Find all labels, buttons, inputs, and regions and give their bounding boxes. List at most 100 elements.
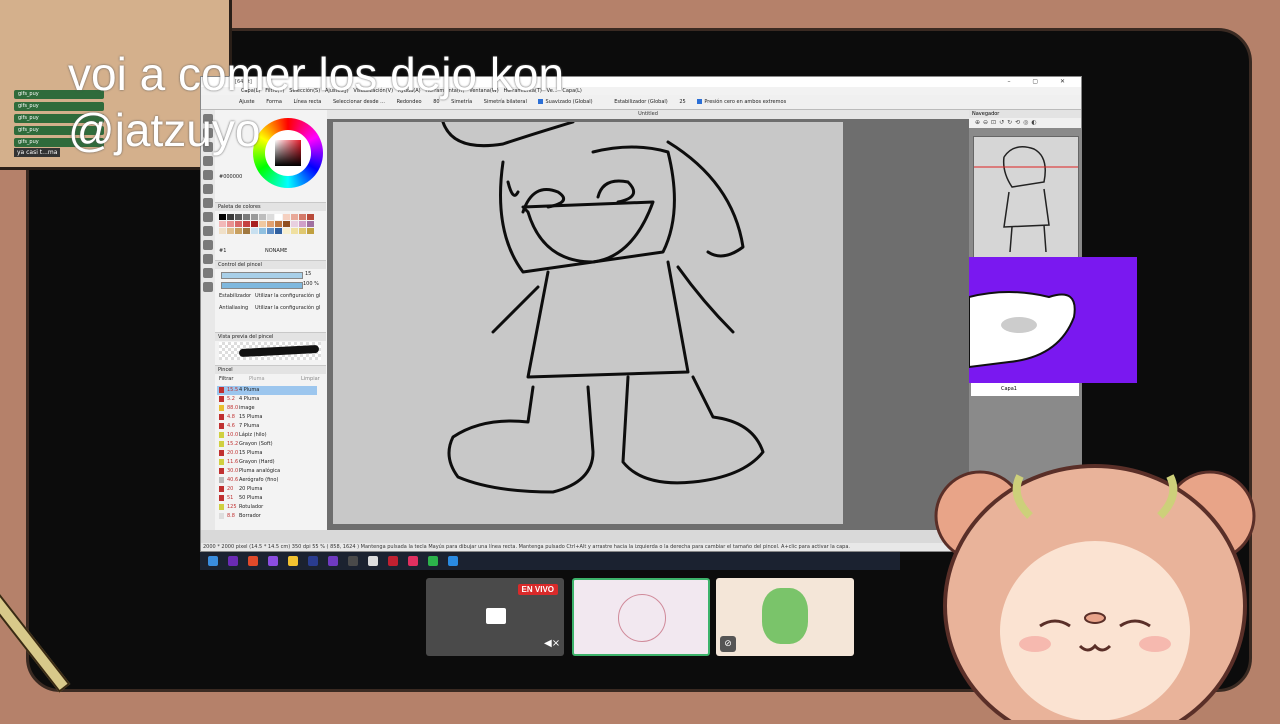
brush-size: 30.0 (227, 468, 239, 474)
app-icon[interactable] (228, 556, 238, 566)
palette-swatch[interactable] (267, 214, 274, 220)
mic-muted-icon[interactable]: ⊘ (720, 636, 736, 652)
brush-item[interactable]: 4.8 15 Pluma (217, 413, 317, 422)
menu-item[interactable]: Capa(L) (562, 88, 581, 94)
magic-wand-icon[interactable] (203, 198, 213, 208)
palette-swatch[interactable] (243, 221, 250, 227)
palette-swatch[interactable] (219, 228, 226, 234)
palette-swatch[interactable] (275, 214, 282, 220)
palette-swatch[interactable] (291, 228, 298, 234)
palette-swatch[interactable] (251, 221, 258, 227)
palette-swatch[interactable] (227, 214, 234, 220)
navigator-preview[interactable] (973, 136, 1079, 260)
brush-item[interactable]: 20.0 15 Pluma (217, 449, 317, 458)
paint-app-icon[interactable] (368, 556, 378, 566)
app-icon[interactable] (388, 556, 398, 566)
palette-swatch[interactable] (251, 214, 258, 220)
speaker-muted-icon[interactable]: ◀× (544, 638, 560, 649)
thumbnail-avatar[interactable] (572, 578, 710, 656)
window-controls[interactable]: – ▢ ✕ (1007, 77, 1075, 87)
color-hex[interactable]: #000000 (219, 174, 242, 180)
palette-swatch[interactable] (267, 228, 274, 234)
brush-item[interactable]: 20 20 Pluma (217, 485, 317, 494)
obs-icon[interactable] (348, 556, 358, 566)
brush-preview (219, 342, 321, 360)
palette-swatch[interactable] (275, 228, 282, 234)
palette-swatch[interactable] (283, 214, 290, 220)
text-tool-icon[interactable] (203, 254, 213, 264)
brush-item[interactable]: 15.2 Grayon (Soft) (217, 440, 317, 449)
palette-swatch[interactable] (219, 214, 226, 220)
brush-item[interactable]: 51 50 Pluma (217, 494, 317, 503)
brush-item[interactable]: 4.6 7 Pluma (217, 422, 317, 431)
palette-swatch[interactable] (291, 221, 298, 227)
brush-item[interactable]: 8.8 Borrador (217, 512, 317, 521)
stabilizer-value[interactable]: 25 (679, 99, 685, 105)
palette-swatch[interactable] (227, 221, 234, 227)
brush-item[interactable]: 5.2 4 Pluma (217, 395, 317, 404)
size-slider[interactable] (221, 272, 303, 279)
brush-item[interactable]: 88.0 image (217, 404, 317, 413)
palette-swatch[interactable] (243, 228, 250, 234)
palette-swatch[interactable] (307, 221, 314, 227)
palette-swatch[interactable] (307, 214, 314, 220)
clear-filter-button[interactable]: Limpiar (301, 376, 320, 382)
browser-icon[interactable] (248, 556, 258, 566)
palette-swatch[interactable] (291, 214, 298, 220)
photoshop-icon[interactable] (308, 556, 318, 566)
brush-item[interactable]: 10.0 Lápiz (hilo) (217, 431, 317, 440)
layer-row[interactable]: Capa1 (971, 382, 1079, 396)
palette-swatch[interactable] (283, 221, 290, 227)
drawing-canvas[interactable] (333, 122, 843, 524)
palette-swatch[interactable] (259, 214, 266, 220)
brush-item[interactable]: 30.0 Pluma analógica (217, 467, 317, 476)
palette-swatch[interactable] (227, 228, 234, 234)
selection-tool-icon[interactable] (203, 170, 213, 180)
premiere-icon[interactable] (328, 556, 338, 566)
palette-swatch[interactable] (243, 214, 250, 220)
palette-swatch[interactable] (275, 221, 282, 227)
spotify-icon[interactable] (428, 556, 438, 566)
filter-input[interactable]: Pluma (249, 376, 265, 382)
palette-swatch[interactable] (235, 214, 242, 220)
move-tool-icon[interactable] (203, 212, 213, 222)
discord-icon[interactable] (268, 556, 278, 566)
palette-swatch[interactable] (235, 221, 242, 227)
palette-swatch[interactable] (267, 221, 274, 227)
palette-swatch[interactable] (283, 228, 290, 234)
opacity-slider[interactable] (221, 282, 303, 289)
app-icon[interactable] (448, 556, 458, 566)
antialias-select[interactable]: Utilizar la configuración gl (255, 305, 320, 311)
thumbnail-camera[interactable]: ⊘ (716, 578, 854, 656)
palette-swatch[interactable] (299, 214, 306, 220)
palette-swatch[interactable] (251, 228, 258, 234)
app-icon[interactable] (408, 556, 418, 566)
palette-swatch[interactable] (219, 221, 226, 227)
navigator-thumbnail (974, 146, 1078, 253)
eyedropper-tool-icon[interactable] (203, 268, 213, 278)
palette-swatch[interactable] (235, 228, 242, 234)
palette-index[interactable]: #1 (219, 248, 226, 254)
stabilizer-select[interactable]: Utilizar la configuración gl (255, 293, 320, 299)
windows-start-icon[interactable] (208, 556, 218, 566)
brush-item[interactable]: 11.6 Grayon (Hard) (217, 458, 317, 467)
palette-swatch[interactable] (299, 221, 306, 227)
palette-swatch[interactable] (307, 228, 314, 234)
zoom-tool-icon[interactable] (203, 240, 213, 250)
navigator-tools[interactable]: ⊕⊖⊡↺↻⟲◎◐ (969, 118, 1081, 128)
filter-checkbox[interactable]: Filtrar (219, 376, 233, 382)
brush-item[interactable]: 125 Rotulador (217, 503, 317, 512)
brush-item[interactable]: 15.5 4 Pluma (217, 386, 317, 395)
thumbnail-screen[interactable]: EN VIVO ◀× (426, 578, 564, 656)
palette-swatch[interactable] (259, 228, 266, 234)
transform-tool-icon[interactable] (203, 226, 213, 236)
vtuber-avatar (930, 456, 1270, 724)
palette-swatch[interactable] (299, 228, 306, 234)
pressure-checkbox[interactable]: Presión cero en ambos extremos (697, 99, 796, 105)
folder-icon[interactable] (288, 556, 298, 566)
hand-tool-icon[interactable] (203, 282, 213, 292)
lasso-tool-icon[interactable] (203, 184, 213, 194)
brush-size: 125 (227, 504, 237, 510)
brush-item[interactable]: 40.6 Aerógrafo (fino) (217, 476, 317, 485)
palette-swatch[interactable] (259, 221, 266, 227)
